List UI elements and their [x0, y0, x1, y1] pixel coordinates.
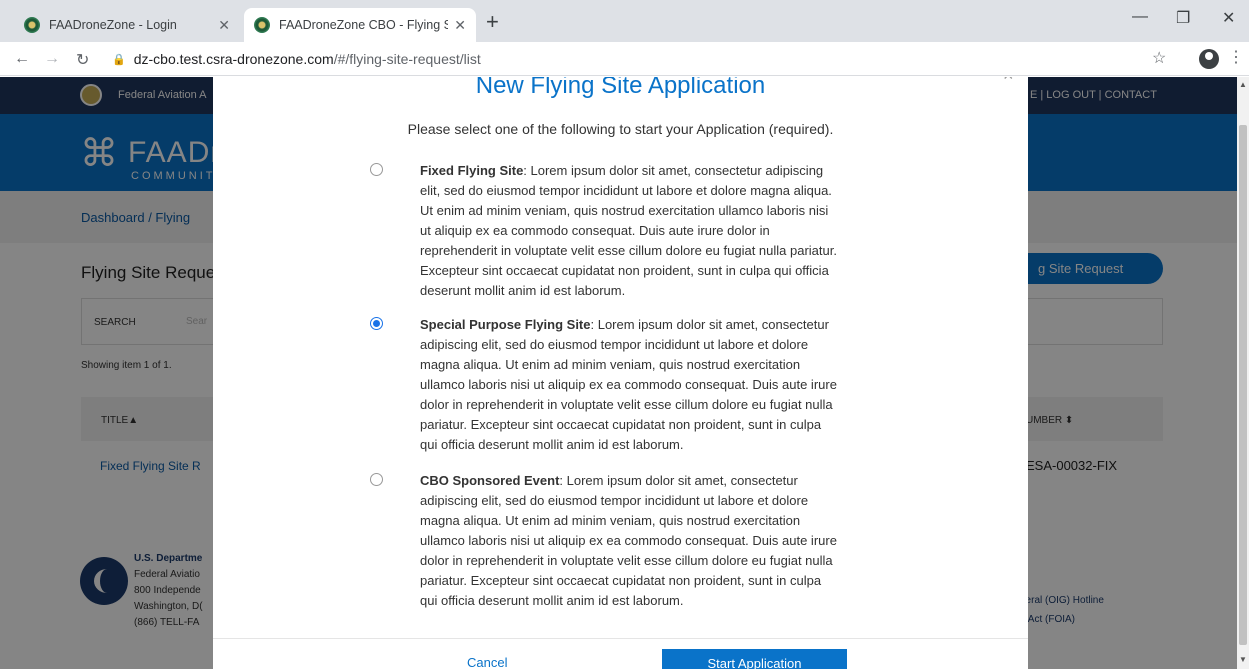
dialog-subtitle: Please select one of the following to st…	[407, 121, 834, 137]
address-bar[interactable]: 🔒 dz-cbo.test.csra-dronezone.com /#/flyi…	[112, 46, 1132, 72]
tab-title: FAADroneZone CBO - Flying Site	[279, 18, 449, 32]
browser-tabstrip: FAADroneZone - Login ✕ FAADroneZone CBO …	[0, 0, 1249, 42]
option-body: : Lorem ipsum dolor sit amet, consectetu…	[420, 317, 837, 452]
option-label: Fixed Flying Site	[420, 163, 524, 178]
start-application-button[interactable]: Start Application	[662, 649, 847, 669]
plus-icon[interactable]: +	[486, 11, 499, 33]
url-host: dz-cbo.test.csra-dronezone.com	[133, 51, 334, 67]
option-label: Special Purpose Flying Site	[420, 317, 591, 332]
tab-title: FAADroneZone - Login	[49, 18, 177, 32]
minimize-icon[interactable]: —	[1132, 8, 1148, 26]
radio-fixed-flying-site[interactable]	[370, 163, 383, 176]
browser-tab-login[interactable]: FAADroneZone - Login ✕	[14, 8, 240, 42]
browser-toolbar: ← → ↻ 🔒 dz-cbo.test.csra-dronezone.com /…	[0, 42, 1249, 76]
scroll-down-icon[interactable]: ▼	[1239, 655, 1247, 664]
option-description: Special Purpose Flying Site: Lorem ipsum…	[420, 315, 840, 455]
menu-icon[interactable]: ⋮	[1228, 47, 1244, 67]
scroll-thumb[interactable]	[1239, 125, 1247, 645]
browser-tab-flying-site[interactable]: FAADroneZone CBO - Flying Site ✕	[244, 8, 476, 42]
cancel-button[interactable]: Cancel	[467, 655, 507, 669]
star-icon[interactable]: ☆	[1152, 48, 1166, 68]
option-body: : Lorem ipsum dolor sit amet, consectetu…	[420, 473, 837, 608]
radio-special-purpose-flying-site[interactable]	[370, 317, 383, 330]
new-flying-site-dialog: × New Flying Site Application Please sel…	[213, 77, 1028, 669]
radio-cbo-sponsored-event[interactable]	[370, 473, 383, 486]
close-icon[interactable]: ✕	[454, 17, 466, 34]
dialog-footer	[213, 638, 1028, 669]
dialog-title: New Flying Site Application	[475, 77, 766, 99]
restore-icon[interactable]: ❐	[1176, 8, 1190, 28]
option-description: Fixed Flying Site: Lorem ipsum dolor sit…	[420, 161, 840, 301]
profile-icon[interactable]	[1199, 49, 1219, 69]
lock-icon: 🔒	[112, 53, 126, 66]
option-label: CBO Sponsored Event	[420, 473, 560, 488]
option-description: CBO Sponsored Event: Lorem ipsum dolor s…	[420, 471, 840, 611]
scroll-up-icon[interactable]: ▲	[1239, 80, 1247, 89]
page-scrollbar[interactable]: ▲ ▼	[1237, 77, 1249, 669]
option-body: : Lorem ipsum dolor sit amet, consectetu…	[420, 163, 837, 298]
url-path: /#/flying-site-request/list	[333, 51, 481, 67]
forward-icon[interactable]: →	[44, 50, 60, 68]
close-icon[interactable]: ✕	[1222, 8, 1235, 28]
favicon-icon	[254, 17, 270, 33]
reload-icon[interactable]: ↻	[76, 50, 89, 70]
close-icon[interactable]: ✕	[218, 17, 230, 34]
favicon-icon	[24, 17, 40, 33]
back-icon[interactable]: ←	[14, 50, 30, 68]
